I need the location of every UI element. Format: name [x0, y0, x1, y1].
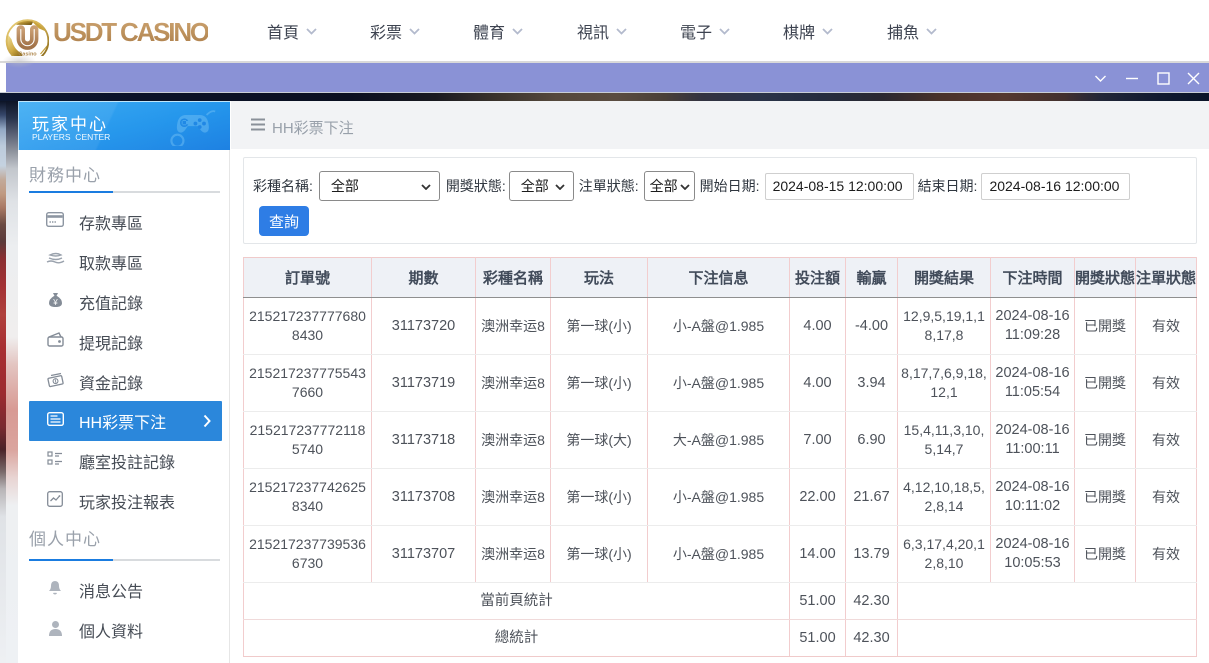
svg-text:Casino: Casino	[18, 52, 37, 57]
svg-text:¥: ¥	[52, 298, 58, 307]
